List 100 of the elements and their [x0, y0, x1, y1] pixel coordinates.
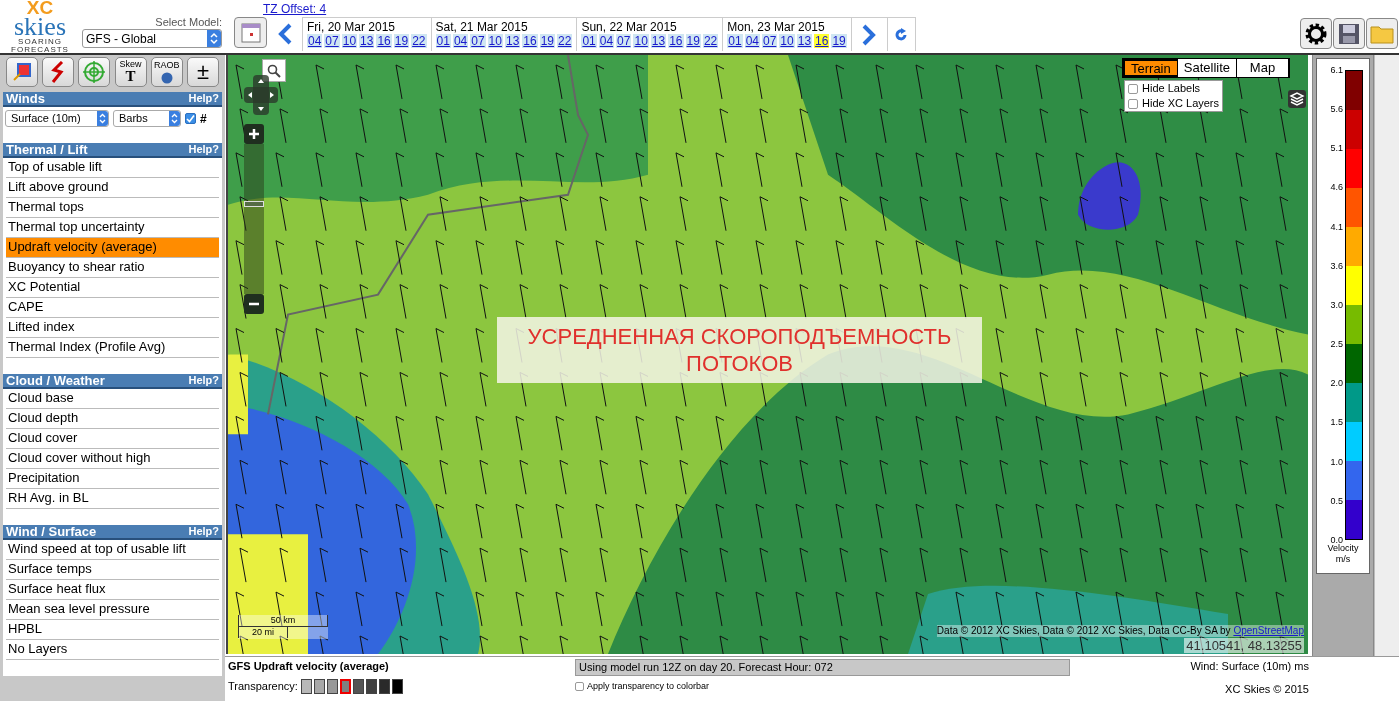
transparency-swatch[interactable] — [391, 679, 403, 694]
help-link[interactable]: Help? — [188, 526, 219, 537]
hour-link[interactable]: 16 — [522, 34, 538, 48]
legend-tick-label: 2.5 — [1330, 339, 1343, 350]
pan-control-icon[interactable] — [244, 75, 278, 115]
hour-link[interactable]: 04 — [744, 34, 760, 48]
legend-tick-label: 5.1 — [1330, 143, 1343, 154]
apply-transparency-label: Apply transparency to colorbar — [587, 681, 710, 692]
openstreetmap-link[interactable]: OpenStreetMap — [1233, 625, 1304, 636]
help-link[interactable]: Help? — [188, 93, 219, 104]
day-label: Fri, 20 Mar 2015 — [307, 20, 397, 34]
transparency-swatch[interactable] — [378, 679, 390, 694]
legend-tick-label: 5.6 — [1330, 104, 1343, 115]
hour-link[interactable]: 19 — [685, 34, 701, 48]
transparency-swatch[interactable] — [313, 679, 325, 694]
transparency-swatch[interactable] — [300, 679, 312, 694]
hour-link[interactable]: 22 — [557, 34, 573, 48]
hour-link[interactable]: 16 — [376, 34, 392, 48]
transparency-swatch[interactable] — [339, 679, 351, 694]
next-button[interactable] — [851, 17, 888, 51]
open-button[interactable] — [1366, 18, 1398, 49]
legend-tick-label: 4.1 — [1330, 221, 1343, 232]
logo-tagline: FORECASTS — [11, 46, 69, 54]
logo-top: XC — [26, 0, 54, 16]
hour-link[interactable]: 22 — [411, 34, 427, 48]
refresh-button[interactable] — [887, 17, 916, 51]
tz-offset-link[interactable]: TZ Offset: 4 — [263, 2, 916, 17]
wind-level-select[interactable]: Surface (10m) — [5, 110, 109, 127]
hour-link[interactable]: 19 — [539, 34, 556, 48]
scale-imperial: 20 mi — [238, 627, 288, 638]
layers-icon[interactable] — [1288, 90, 1306, 108]
save-button[interactable] — [1333, 18, 1365, 49]
plus-minus-button[interactable]: ± — [186, 57, 219, 87]
hour-link[interactable]: 07 — [324, 34, 340, 48]
grid-checkbox[interactable] — [185, 113, 196, 124]
hour-link[interactable]: 13 — [504, 34, 521, 48]
hour-link[interactable]: 16 — [814, 34, 830, 48]
target-button[interactable] — [78, 57, 111, 87]
scale-metric: 50 km — [238, 615, 328, 627]
raob-button[interactable]: RAOB — [150, 57, 183, 87]
hour-link[interactable]: 04 — [598, 34, 615, 48]
select-arrows-icon — [169, 111, 180, 126]
logo-main: skies — [14, 16, 66, 38]
lightning-button[interactable] — [42, 57, 75, 87]
hour-link[interactable]: 07 — [470, 34, 486, 48]
hour-link[interactable]: 13 — [359, 34, 375, 48]
model-run-status: Using model run 12Z on day 20. Forecast Hour: 072 — [575, 659, 1070, 676]
hour-link[interactable]: 07 — [616, 34, 632, 48]
image-icon — [12, 62, 32, 82]
chevron-right-icon — [862, 23, 877, 46]
settings-button[interactable] — [1300, 18, 1332, 49]
hour-link[interactable]: 10 — [487, 34, 503, 48]
transparency-label: Transparency: — [228, 680, 298, 693]
legend-tick-label: 3.6 — [1330, 260, 1343, 271]
transparency-swatch[interactable] — [326, 679, 338, 694]
hour-link[interactable]: 04 — [452, 34, 469, 48]
transparency-swatch[interactable] — [365, 679, 377, 694]
hour-link[interactable]: 07 — [762, 34, 778, 48]
calendar-button[interactable] — [234, 17, 267, 48]
help-link[interactable]: Help? — [188, 375, 219, 386]
overlay-title-line: УСРЕДНЕННАЯ СКОРОПОДЪЕМНОСТЬ — [527, 323, 952, 350]
skew-t-button[interactable]: Skew T — [114, 57, 147, 87]
hour-link[interactable]: 01 — [727, 34, 743, 48]
legend-tick-label: 0.0 — [1330, 534, 1343, 545]
day-label: Sat, 21 Mar 2015 — [435, 20, 529, 34]
option-checkbox[interactable] — [1128, 98, 1138, 109]
wind-style-select[interactable]: Barbs — [113, 110, 181, 127]
zoom-out-icon[interactable] — [244, 294, 264, 314]
globe-icon — [160, 71, 173, 84]
apply-transparency-checkbox[interactable] — [575, 682, 584, 691]
hour-link[interactable]: 13 — [796, 34, 813, 48]
hour-link[interactable]: 22 — [702, 34, 719, 48]
help-link[interactable]: Help? — [188, 144, 219, 155]
hour-link[interactable]: 01 — [581, 34, 597, 48]
layer-image-button[interactable] — [6, 57, 38, 87]
section-title: Thermal / Lift — [6, 143, 88, 156]
model-select[interactable]: GFS - Global — [82, 29, 222, 48]
hour-link[interactable]: 13 — [650, 34, 667, 48]
map-view[interactable]: Terrain Satellite Map Hide Labels Hide XC Layers УСРЕДНЕННАЯ СКОРОПОДЪЕМНОСТЬ ПОТОКОВ 50 km 20 mi Data © 2012 XC Skies, Data © 2012 XC Skies, Data CC-By SA by OpenStreetMap 41.10541, 48.13255 — [226, 55, 1308, 654]
hour-link[interactable]: 10 — [633, 34, 649, 48]
crosshair-icon — [82, 60, 107, 84]
layer-menu-item[interactable]: Updraft velocity (average) — [6, 238, 219, 258]
hour-link[interactable]: 04 — [307, 34, 323, 48]
base-layer-tab[interactable]: Terrain — [1123, 59, 1178, 77]
hour-link[interactable]: 10 — [341, 34, 358, 48]
legend-unit: m/s — [1334, 554, 1352, 565]
zoom-slider-thumb[interactable] — [244, 201, 264, 207]
legend-tick-label: 4.6 — [1330, 182, 1343, 193]
copyright: XC Skies © 2015 — [1225, 682, 1309, 696]
hour-link[interactable]: 19 — [393, 34, 410, 48]
hour-link[interactable]: 16 — [668, 34, 684, 48]
hour-link[interactable]: 10 — [779, 34, 795, 48]
zoom-in-icon[interactable] — [244, 124, 264, 144]
settings-icon — [1304, 21, 1328, 46]
transparency-swatch[interactable] — [352, 679, 364, 694]
hour-link[interactable]: 01 — [435, 34, 451, 48]
select-model-label: Select Model: — [155, 16, 222, 29]
option-checkbox[interactable] — [1128, 83, 1138, 94]
refresh-icon — [894, 27, 909, 42]
hour-link[interactable]: 19 — [831, 34, 847, 48]
